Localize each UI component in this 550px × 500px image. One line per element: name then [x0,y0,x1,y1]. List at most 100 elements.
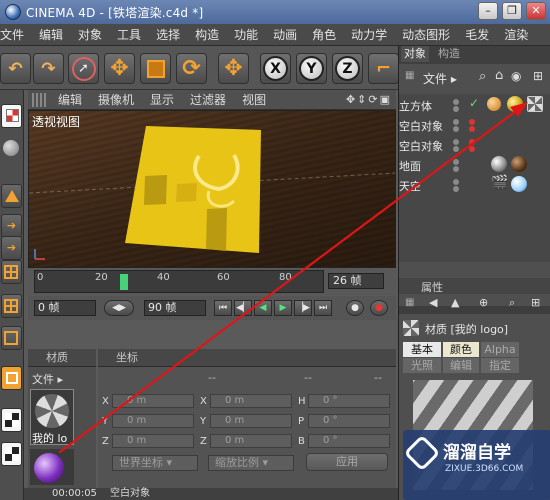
current-frame-field[interactable]: 26 帧 [328,273,384,289]
visibility-dot[interactable] [453,179,459,185]
tab-basic[interactable]: 基本 [403,342,441,357]
rotation-h-field[interactable]: 0 ° [308,394,390,408]
layer-dot[interactable] [469,139,475,145]
position-x-field[interactable]: 0 m [112,394,194,408]
prev-key-button[interactable]: ◀▏ [234,300,252,316]
material-file-menu[interactable]: 文件 ▸ [32,371,63,387]
prev-frame-button[interactable]: ◀ [254,300,272,316]
tab-structure[interactable]: 构造 [435,46,463,62]
layer-dot[interactable] [469,126,475,132]
tab-objects[interactable]: 对象 [401,46,429,62]
viewport-menu-filter[interactable]: 过滤器 [182,91,234,108]
playhead-marker[interactable] [120,274,128,290]
redo-button[interactable]: ↷ [33,53,64,84]
search-icon[interactable]: ⌕ [479,69,486,84]
tab-alpha[interactable]: Alpha [481,342,519,357]
end-frame-field[interactable]: 90 帧 [144,300,206,316]
eye-icon[interactable]: ◉ [511,69,521,83]
object-row-sky[interactable]: 天空 🎬 [399,175,550,195]
scale-tool-button[interactable] [140,53,171,84]
visibility-dot[interactable] [453,159,459,165]
texture-mode-button[interactable] [1,136,22,160]
up-arrow-icon[interactable]: ▲ [451,296,459,309]
live-select-button[interactable]: ➚ [68,53,99,84]
world-coordinates-button[interactable]: ⌐ [368,53,399,84]
layer-dot[interactable] [469,146,475,152]
position-z-field[interactable]: 0 m [112,434,194,448]
sky-material-tag-icon[interactable] [511,176,527,192]
object-row-cube[interactable]: 立方体 ✓ [399,95,550,115]
z-axis-lock-button[interactable]: Z [332,53,363,84]
viewport-nav-icons[interactable]: ✥⇕⟳▣ [346,93,392,106]
timeline-ruler[interactable]: 0 20 40 60 80 [34,270,324,293]
tab-illumination[interactable]: 光照 [403,358,441,373]
visibility-dot[interactable] [453,139,459,145]
undo-button[interactable]: ↶ [0,53,31,84]
home-icon[interactable]: ⌂ [495,68,503,83]
tab-editor[interactable]: 编辑 [443,358,479,373]
menu-functions[interactable]: 功能 [227,26,266,43]
menu-mograph[interactable]: 动态图形 [395,26,458,43]
menu-hair[interactable]: 毛发 [458,26,497,43]
model-mode-button[interactable] [1,104,22,128]
render-dot[interactable] [453,146,459,152]
menu-tools[interactable]: 工具 [110,26,149,43]
menu-animation[interactable]: 动画 [266,26,305,43]
menu-edit[interactable]: 编辑 [32,26,71,43]
viewport-menu-view[interactable]: 视图 [234,91,274,108]
start-frame-field[interactable]: 0 帧 [34,300,96,316]
lock-icon[interactable]: ⊕ [479,296,488,309]
new-panel-icon[interactable]: ⊞ [533,69,543,83]
size-z-field[interactable]: 0 m [210,434,292,448]
snap-button[interactable] [1,294,22,318]
render-dot[interactable] [453,126,459,132]
viewport-menu-edit[interactable]: 编辑 [50,91,90,108]
material-thumbnail-2[interactable] [30,449,74,485]
coordinate-space-select[interactable]: 世界坐标 ▾ [112,455,198,471]
rotation-p-field[interactable]: 0 ° [308,414,390,428]
menu-dynamics[interactable]: 动力学 [344,26,395,43]
visibility-dot[interactable] [453,99,459,105]
wood-material-tag-icon[interactable] [511,156,527,172]
logo-material-tag-icon[interactable] [527,96,543,112]
texture-tag-icon[interactable] [487,97,501,111]
play-button[interactable]: ▶ [274,300,292,316]
workplane-button[interactable] [1,326,22,350]
viewport-menu-display[interactable]: 显示 [142,91,182,108]
material-thumbnail[interactable]: 我的 lo [30,389,74,445]
minimize-button[interactable]: – [478,2,498,20]
autokey-button[interactable]: ● [370,300,388,316]
layer-button[interactable] [1,366,22,390]
polygons-mode-button[interactable]: ➔ [1,236,22,260]
position-y-field[interactable]: 0 m [112,414,194,428]
tab-color[interactable]: 颜色 [443,342,479,357]
edges-mode-button[interactable]: ➔ [1,214,22,238]
viewport-menu-camera[interactable]: 摄像机 [90,91,142,108]
scale-mode-select[interactable]: 缩放比例 ▾ [208,455,294,471]
object-row-floor[interactable]: 地面 [399,155,550,175]
check-icon[interactable]: ✓ [469,96,479,110]
coordinate-system-button[interactable]: ✥ [218,53,249,84]
perspective-viewport[interactable]: 透视视图 [28,110,396,268]
object-row-null-2[interactable]: 空白对象 [399,135,550,155]
material-tag-icon[interactable] [491,156,507,172]
search-icon[interactable]: ⌕ [509,296,515,310]
rotation-b-field[interactable]: 0 ° [308,434,390,448]
x-axis-lock-button[interactable]: X [260,53,291,84]
clapper-tag-icon[interactable]: 🎬 [491,175,508,191]
next-key-button[interactable]: ▕▶ [294,300,312,316]
size-x-field[interactable]: 0 m [210,394,292,408]
restore-button[interactable]: ❐ [502,2,522,20]
object-row-null[interactable]: 空白对象 [399,115,550,135]
render-dot[interactable] [453,166,459,172]
frame-stepper[interactable]: ◀▶ [104,300,134,316]
layer-dot[interactable] [469,119,475,125]
last-frame-button[interactable]: ⏭ [314,300,332,316]
new-panel-icon[interactable]: ⊞ [531,296,540,309]
apply-button[interactable]: 应用 [306,453,388,471]
record-button[interactable]: ● [346,300,364,316]
close-button[interactable]: ✕ [526,2,546,20]
object-file-menu[interactable]: 文件 ▸ [423,70,457,87]
menu-character[interactable]: 角色 [305,26,344,43]
render-dot[interactable] [453,186,459,192]
